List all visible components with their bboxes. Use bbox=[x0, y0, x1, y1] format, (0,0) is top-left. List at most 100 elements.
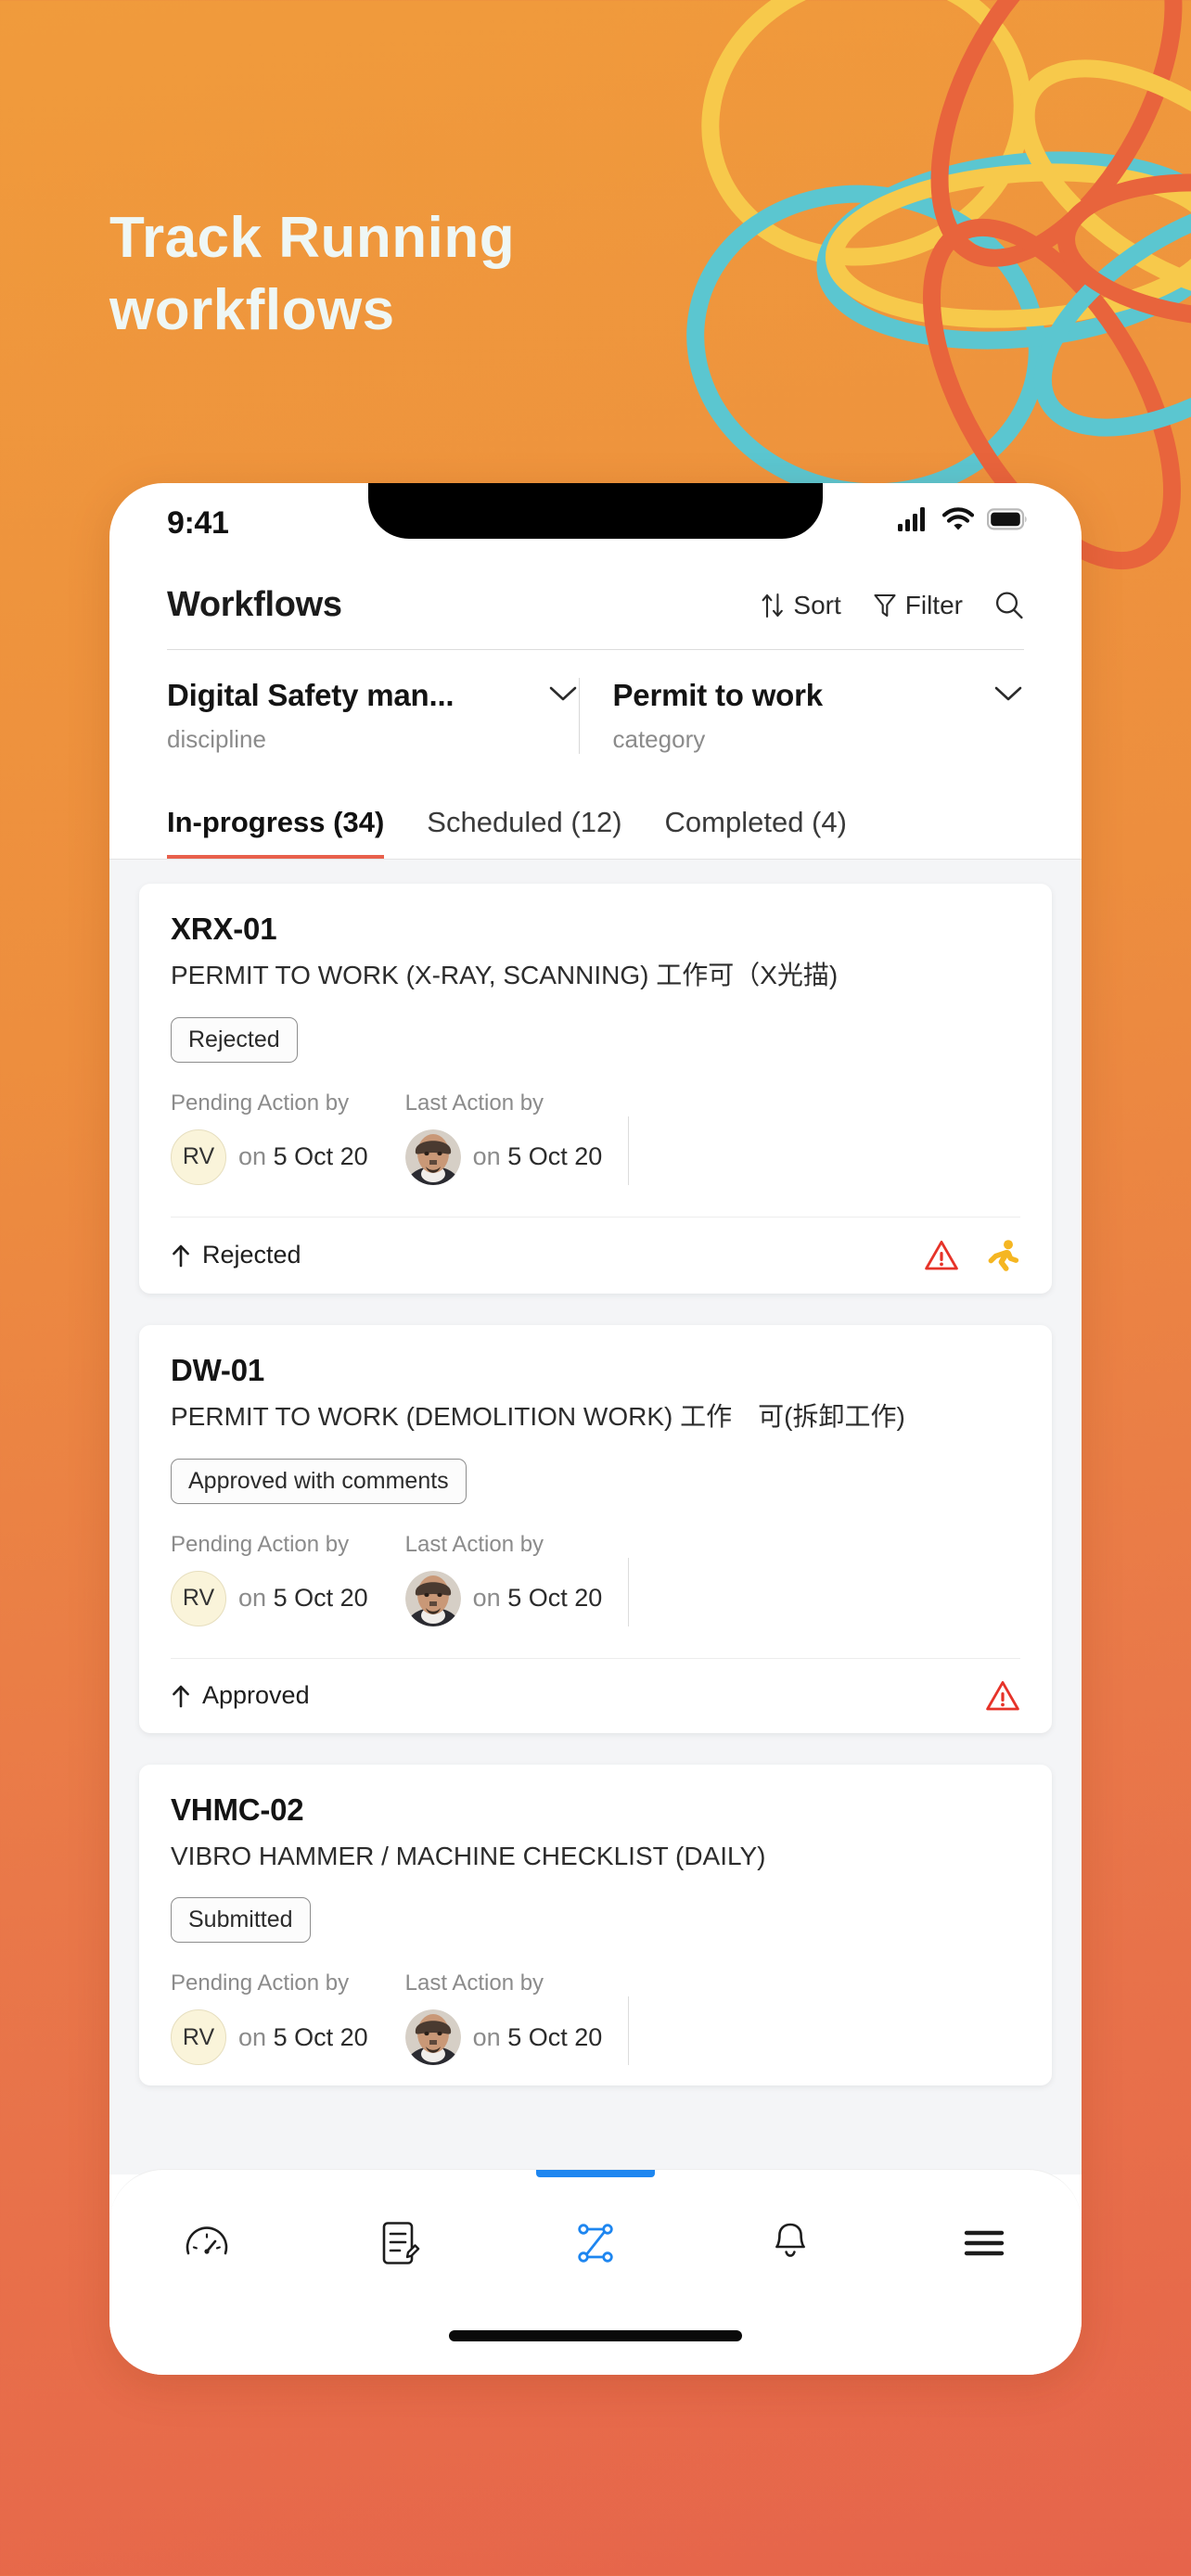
chevron-down-icon bbox=[994, 686, 1022, 701]
nav-notifications[interactable] bbox=[693, 2170, 888, 2300]
actor-separator bbox=[628, 1557, 630, 1626]
tab-in-progress[interactable]: In-progress (34) bbox=[167, 806, 385, 859]
date-value: 5 Oct 20 bbox=[507, 1142, 603, 1171]
on-label: on bbox=[238, 1584, 267, 1613]
status-badge: Approved with comments bbox=[171, 1458, 467, 1504]
date-value: 5 Oct 20 bbox=[273, 1584, 368, 1613]
pending-action-label: Pending Action by bbox=[171, 1531, 350, 1557]
filter-row: Digital Safety man... discipline Permit … bbox=[109, 650, 1082, 763]
date-value: 5 Oct 20 bbox=[273, 1142, 368, 1171]
tab-scheduled[interactable]: Scheduled (12) bbox=[427, 806, 621, 859]
last-action-date: on 5 Oct 20 bbox=[473, 1142, 603, 1171]
tab-completed[interactable]: Completed (4) bbox=[665, 806, 847, 859]
warning-triangle-icon[interactable] bbox=[924, 1239, 959, 1272]
filter-button[interactable]: Filter bbox=[873, 591, 963, 620]
search-button[interactable] bbox=[994, 591, 1024, 620]
last-action-label: Last Action by bbox=[404, 1531, 544, 1557]
workflow-code: VHMC-02 bbox=[171, 1792, 304, 1827]
avatar bbox=[404, 2009, 461, 2066]
workflow-description: PERMIT TO WORK (DEMOLITION WORK) 工作 可(拆卸… bbox=[171, 1401, 905, 1431]
wifi-icon bbox=[942, 507, 974, 530]
nav-menu[interactable] bbox=[887, 2170, 1082, 2300]
last-action-block: Last Action by on 5 Oct 20 bbox=[368, 1531, 603, 1626]
category-value: Permit to work bbox=[612, 678, 824, 712]
status-bar: 9:41 bbox=[109, 483, 1082, 568]
footer-status-label: Rejected bbox=[202, 1241, 301, 1269]
last-action-label: Last Action by bbox=[404, 1090, 544, 1116]
promo-line-2: workflows bbox=[109, 278, 395, 343]
search-icon bbox=[995, 591, 1023, 618]
hamburger-menu-icon bbox=[964, 2230, 1005, 2256]
workflow-description: PERMIT TO WORK (X-RAY, SCANNING) 工作可（X光描… bbox=[171, 961, 839, 989]
phone-mockup: 9:41 Workflows Sort Filter Digital Safet… bbox=[109, 483, 1082, 2375]
app-header: Workflows Sort Filter bbox=[109, 568, 1082, 649]
on-label: on bbox=[472, 2022, 501, 2051]
discipline-value: Digital Safety man... bbox=[167, 678, 455, 712]
category-label: category bbox=[612, 725, 706, 753]
nav-forms[interactable] bbox=[304, 2170, 499, 2300]
category-dropdown[interactable]: Permit to work category bbox=[578, 678, 1025, 754]
last-action-date: on 5 Oct 20 bbox=[473, 1584, 603, 1613]
phone-notch bbox=[368, 483, 823, 539]
last-action-block: Last Action by on 5 Oct 20 bbox=[368, 1090, 603, 1185]
discipline-dropdown[interactable]: Digital Safety man... discipline bbox=[167, 678, 579, 754]
last-action-date: on 5 Oct 20 bbox=[473, 2023, 603, 2052]
chevron-down-icon bbox=[549, 686, 576, 701]
pending-action-date: on 5 Oct 20 bbox=[238, 2023, 368, 2052]
warning-triangle-icon[interactable] bbox=[985, 1679, 1020, 1713]
pending-action-block: Pending Action by RV on 5 Oct 20 bbox=[171, 1090, 368, 1185]
workflow-card[interactable]: DW-01 PERMIT TO WORK (DEMOLITION WORK) 工… bbox=[139, 1324, 1052, 1733]
workflow-list[interactable]: XRX-01 PERMIT TO WORK (X-RAY, SCANNING) … bbox=[109, 860, 1082, 2174]
dashboard-gauge-icon bbox=[186, 2226, 228, 2255]
cellular-signal-icon bbox=[898, 507, 925, 531]
pending-action-block: Pending Action by RV on 5 Oct 20 bbox=[171, 1532, 368, 1626]
avatar: RV bbox=[171, 1129, 226, 1185]
sort-arrows-icon bbox=[762, 593, 784, 618]
workflow-code: XRX-01 bbox=[171, 912, 277, 946]
avatar: RV bbox=[171, 1570, 226, 1626]
workflow-card[interactable]: XRX-01 PERMIT TO WORK (X-RAY, SCANNING) … bbox=[139, 884, 1052, 1294]
form-document-icon bbox=[383, 2222, 420, 2264]
nav-dashboard[interactable] bbox=[109, 2170, 304, 2300]
on-label: on bbox=[472, 1584, 501, 1613]
funnel-icon bbox=[874, 593, 896, 617]
status-badge: Submitted bbox=[171, 1897, 311, 1944]
status-tabs: In-progress (34) Scheduled (12) Complete… bbox=[109, 763, 1082, 859]
workflow-card[interactable]: VHMC-02 VIBRO HAMMER / MACHINE CHECKLIST… bbox=[139, 1764, 1052, 2086]
promo-heading: Track Running workflows bbox=[109, 202, 814, 347]
home-indicator bbox=[449, 2330, 742, 2341]
avatar bbox=[404, 1570, 461, 1626]
date-value: 5 Oct 20 bbox=[507, 1584, 603, 1613]
arrow-up-icon bbox=[173, 1685, 189, 1707]
workflow-nodes-icon bbox=[578, 2224, 613, 2263]
battery-icon bbox=[987, 508, 1027, 530]
arrow-up-icon bbox=[173, 1244, 189, 1268]
avatar: RV bbox=[171, 2009, 226, 2066]
avatar bbox=[404, 1129, 461, 1185]
workflow-description: VIBRO HAMMER / MACHINE CHECKLIST (DAILY) bbox=[171, 1841, 766, 1870]
last-action-block: Last Action by on 5 Oct 20 bbox=[368, 1970, 603, 2066]
workflow-code: DW-01 bbox=[171, 1352, 265, 1387]
page-title: Workflows bbox=[167, 585, 342, 624]
nav-workflows[interactable] bbox=[498, 2170, 693, 2300]
on-label: on bbox=[238, 2022, 267, 2051]
pending-action-date: on 5 Oct 20 bbox=[238, 1584, 368, 1613]
date-value: 5 Oct 20 bbox=[273, 2022, 368, 2051]
actor-separator bbox=[628, 1116, 630, 1185]
last-action-label: Last Action by bbox=[404, 1970, 544, 1996]
running-person-icon[interactable] bbox=[985, 1238, 1020, 1273]
pending-action-label: Pending Action by bbox=[171, 1970, 350, 1996]
promo-line-1: Track Running bbox=[109, 206, 516, 270]
actor-separator bbox=[628, 1996, 630, 2066]
pending-action-block: Pending Action by RV on 5 Oct 20 bbox=[171, 1970, 368, 2066]
sort-button[interactable]: Sort bbox=[761, 591, 841, 620]
pending-action-date: on 5 Oct 20 bbox=[238, 1142, 368, 1171]
bottom-navigation bbox=[109, 2169, 1082, 2375]
status-clock: 9:41 bbox=[167, 505, 229, 541]
status-badge: Rejected bbox=[171, 1016, 298, 1063]
pending-action-label: Pending Action by bbox=[171, 1090, 350, 1116]
footer-status-label: Approved bbox=[202, 1681, 310, 1710]
filter-label: Filter bbox=[904, 590, 963, 619]
discipline-label: discipline bbox=[167, 725, 266, 753]
on-label: on bbox=[238, 1142, 267, 1171]
